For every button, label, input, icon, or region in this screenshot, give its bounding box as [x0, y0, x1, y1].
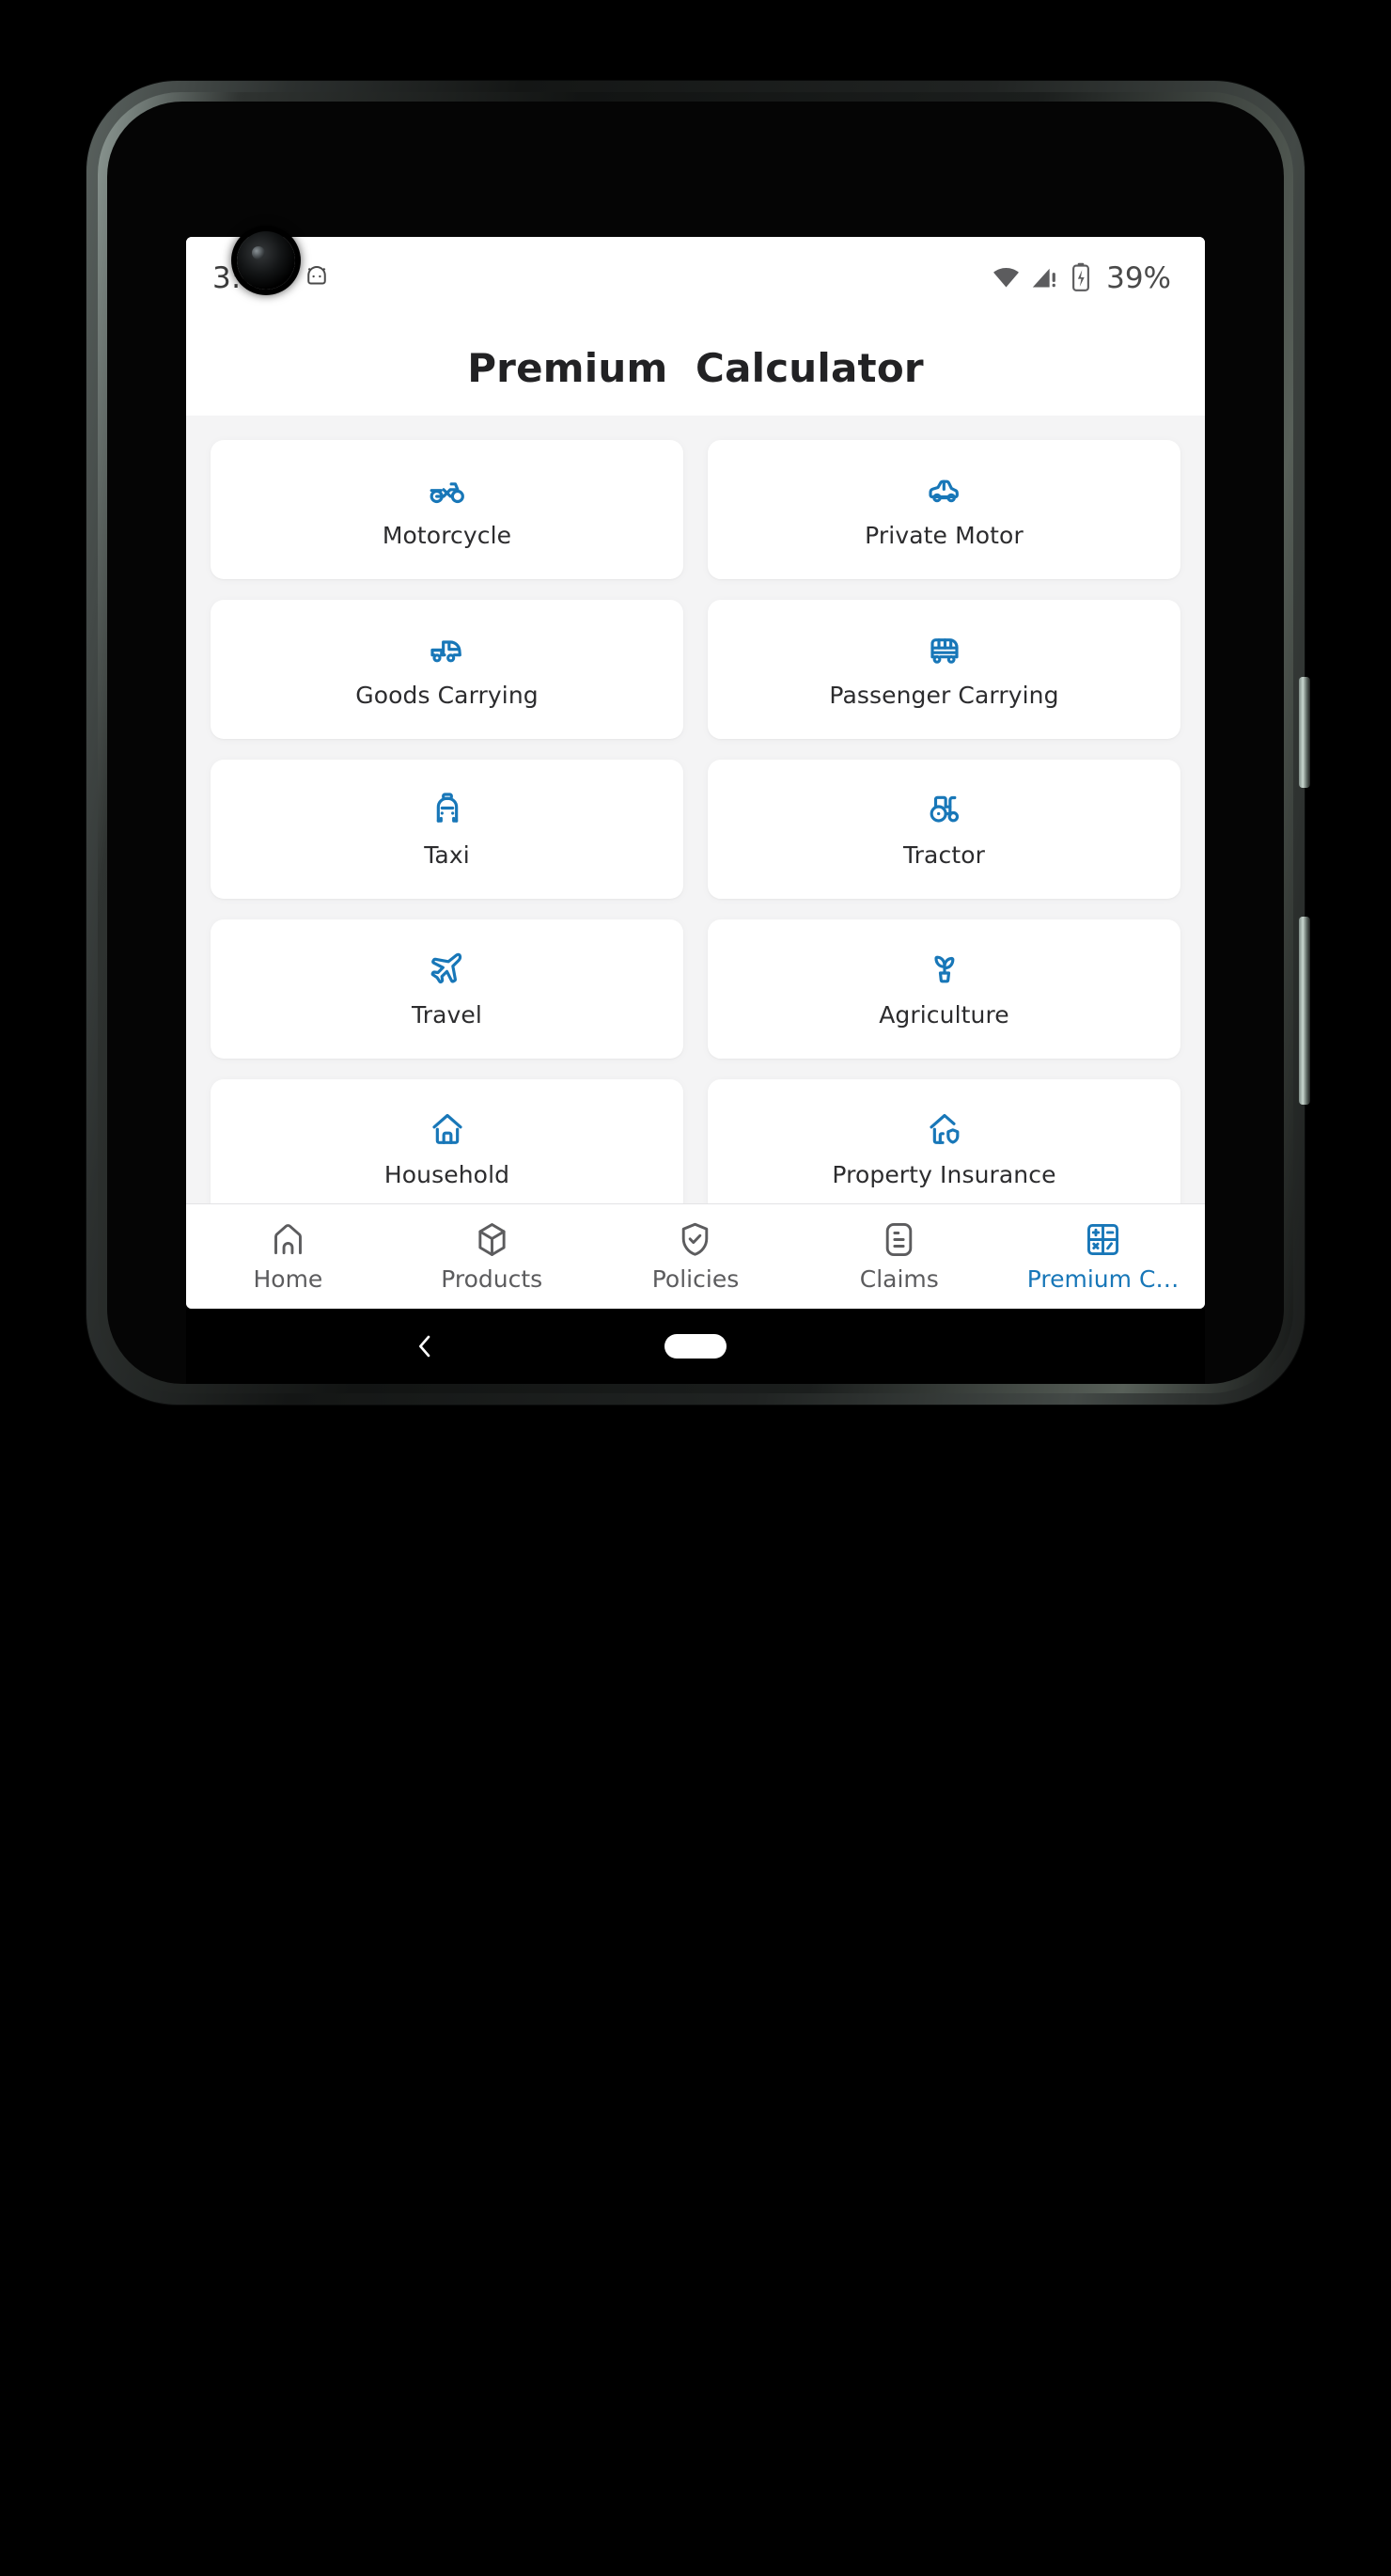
card-property-insurance[interactable]: Property Insurance	[708, 1079, 1180, 1203]
chevron-left-icon[interactable]	[410, 1331, 440, 1361]
card-taxi[interactable]: Taxi	[211, 760, 683, 899]
status-bar-right: 39%	[992, 261, 1171, 295]
volume-button[interactable]	[1299, 917, 1310, 1105]
front-camera	[237, 231, 295, 290]
document-list-icon	[880, 1220, 918, 1259]
card-goods-carrying[interactable]: Goods Carrying	[211, 600, 683, 739]
airplane-icon	[429, 950, 466, 988]
bottom-navigation: Home Products Policies Claims Premium C…	[186, 1203, 1205, 1309]
card-label: Private Motor	[865, 521, 1024, 549]
screenshot-root: 3:47	[0, 0, 1391, 2576]
power-button[interactable]	[1299, 677, 1310, 788]
wifi-icon	[992, 262, 1021, 295]
shield-check-icon	[676, 1220, 714, 1259]
card-label: Travel	[412, 1000, 482, 1029]
home-icon	[429, 1110, 466, 1148]
nav-item-products[interactable]: Products	[390, 1220, 594, 1293]
card-tractor[interactable]: Tractor	[708, 760, 1180, 899]
card-label: Household	[383, 1160, 510, 1188]
card-label: Goods Carrying	[355, 681, 539, 709]
nav-item-claims[interactable]: Claims	[797, 1220, 1001, 1293]
phone-screen: 3:47	[186, 237, 1205, 1309]
nav-item-home[interactable]: Home	[186, 1220, 390, 1293]
tractor-icon	[926, 791, 963, 828]
motorcycle-icon	[429, 471, 466, 509]
car-icon	[926, 471, 963, 509]
system-navigation-bar	[186, 1309, 1205, 1384]
nav-item-policies[interactable]: Policies	[594, 1220, 798, 1293]
content-area: Motorcycle Private Motor Goods Carrying …	[186, 416, 1205, 1203]
truck-icon	[429, 631, 466, 668]
nav-label: Policies	[651, 1265, 740, 1293]
calculator-icon	[1084, 1220, 1122, 1259]
battery-charging-icon	[1069, 262, 1093, 295]
android-icon	[303, 262, 331, 294]
box-3d-icon	[473, 1220, 511, 1259]
seedling-plant-icon	[926, 950, 963, 988]
product-grid: Motorcycle Private Motor Goods Carrying …	[211, 440, 1180, 1203]
app-header: Premium Calculator	[186, 320, 1205, 416]
cellular-signal-warning-icon	[1030, 262, 1059, 295]
card-label: Tractor	[902, 840, 986, 869]
card-label: Agriculture	[879, 1000, 1009, 1029]
taxi-icon	[429, 791, 466, 828]
status-bar: 3:47	[186, 237, 1205, 320]
home-pill-icon[interactable]	[664, 1334, 727, 1359]
home-icon	[269, 1220, 307, 1259]
card-private-motor[interactable]: Private Motor	[708, 440, 1180, 579]
card-travel[interactable]: Travel	[211, 919, 683, 1059]
nav-label: Claims	[859, 1265, 939, 1293]
card-label: Taxi	[424, 840, 470, 869]
home-shield-icon	[926, 1110, 963, 1148]
nav-item-premium-calculator[interactable]: Premium C…	[1001, 1220, 1205, 1293]
card-agriculture[interactable]: Agriculture	[708, 919, 1180, 1059]
nav-label: Products	[441, 1265, 543, 1293]
card-household[interactable]: Household	[211, 1079, 683, 1203]
battery-percent: 39%	[1106, 261, 1171, 295]
nav-label: Premium C…	[1026, 1265, 1180, 1293]
page-title: Premium Calculator	[467, 344, 924, 391]
bus-icon	[926, 631, 963, 668]
card-passenger-carrying[interactable]: Passenger Carrying	[708, 600, 1180, 739]
card-label: Motorcycle	[382, 521, 512, 549]
card-label: Property Insurance	[832, 1160, 1056, 1188]
card-label: Passenger Carrying	[829, 681, 1059, 709]
nav-label: Home	[253, 1265, 323, 1293]
card-motorcycle[interactable]: Motorcycle	[211, 440, 683, 579]
